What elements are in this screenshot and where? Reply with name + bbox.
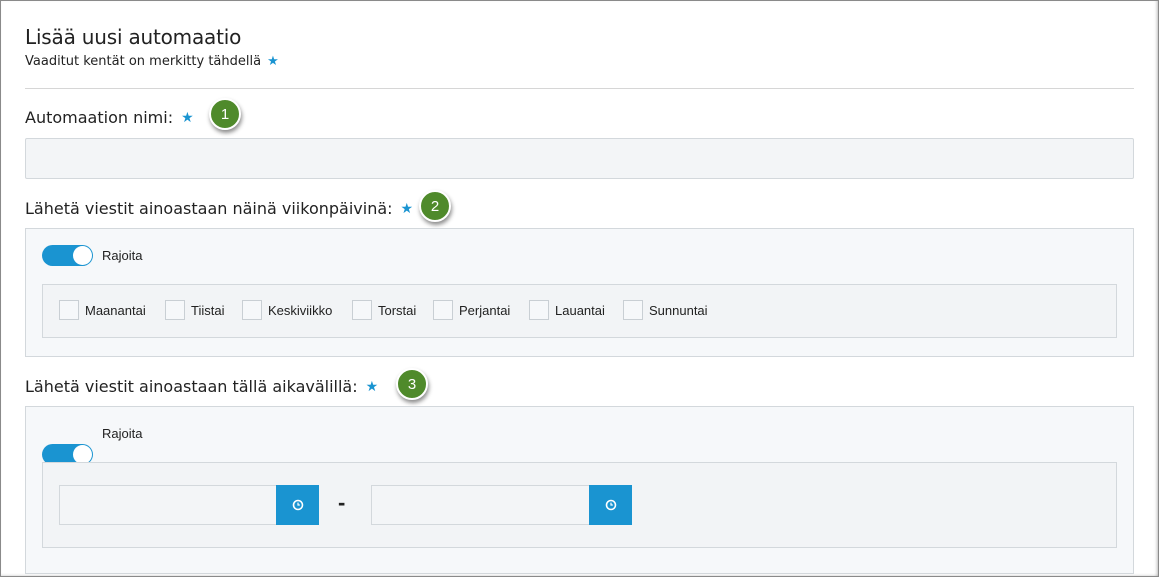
weekdays-field-label: Lähetä viestit ainoastaan näinä viikonpä… [25,199,413,218]
name-field-label: Automaation nimi: ★ [25,108,194,127]
day-checkbox-monday[interactable]: Maanantai [59,300,146,320]
star-icon: ★ [365,378,379,395]
day-checkbox-thursday[interactable]: Torstai [352,300,416,320]
clock-icon [605,499,616,511]
time-range-separator: - [338,490,346,515]
name-label-text: Automaation nimi: [25,108,174,127]
end-time-input[interactable] [371,485,590,525]
required-note: Vaaditut kentät on merkitty tähdellä ★ [25,54,279,69]
day-label: Torstai [378,302,417,318]
day-label: Perjantai [459,302,511,318]
page-title: Lisää uusi automaatio [25,25,242,49]
day-checkbox-tuesday[interactable]: Tiistai [165,300,224,320]
checkbox[interactable] [433,300,453,320]
day-checkbox-saturday[interactable]: Lauantai [529,300,605,320]
star-icon: ★ [181,109,194,126]
checkbox[interactable] [529,300,549,320]
weekdays-restrict-toggle[interactable] [42,245,93,266]
timerange-field-label: Lähetä viestit ainoastaan tällä aikaväli… [25,377,378,396]
step-badge-1: 1 [209,98,241,130]
day-checkbox-sunday[interactable]: Sunnuntai [623,300,708,320]
step-badge-3: 3 [396,368,428,400]
day-label: Lauantai [555,302,605,318]
day-label: Tiistai [191,302,225,318]
star-icon: ★ [267,54,279,69]
day-label: Keskiviikko [268,302,333,318]
start-time-input[interactable] [59,485,277,525]
required-note-text: Vaaditut kentät on merkitty tähdellä [25,54,262,69]
day-label: Sunnuntai [649,302,708,318]
checkbox[interactable] [242,300,262,320]
day-label: Maanantai [85,302,146,318]
day-checkbox-wednesday[interactable]: Keskiviikko [242,300,332,320]
clock-icon [292,499,303,511]
weekdays-label-text: Lähetä viestit ainoastaan näinä viikonpä… [25,199,393,218]
checkbox[interactable] [352,300,372,320]
checkbox[interactable] [59,300,79,320]
checkbox[interactable] [623,300,643,320]
checkbox[interactable] [165,300,185,320]
day-checkbox-friday[interactable]: Perjantai [433,300,510,320]
timerange-toggle-label: Rajoita [102,426,143,441]
timerange-label-text: Lähetä viestit ainoastaan tällä aikaväli… [25,377,358,396]
toggle-knob [73,246,92,265]
end-time-picker-button[interactable] [589,485,632,525]
weekdays-toggle-label: Rajoita [102,248,143,263]
star-icon: ★ [400,200,414,217]
automation-name-input[interactable] [25,138,1134,179]
step-badge-2: 2 [419,190,451,222]
start-time-picker-button[interactable] [276,485,319,525]
header-divider [25,88,1134,89]
